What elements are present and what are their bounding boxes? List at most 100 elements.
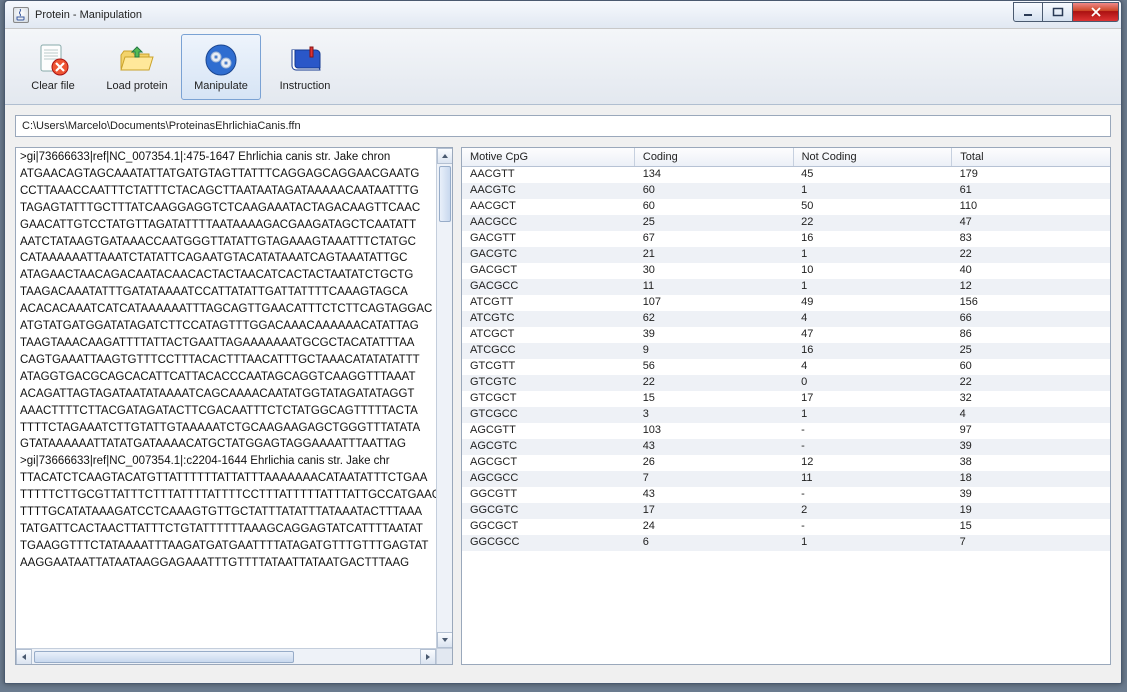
table-cell: 19 bbox=[952, 503, 1110, 519]
table-cell: 1 bbox=[793, 535, 951, 551]
clear-file-button[interactable]: Clear file bbox=[13, 34, 93, 100]
table-cell: 16 bbox=[793, 343, 951, 359]
table-cell: 17 bbox=[635, 503, 793, 519]
table-cell: 21 bbox=[635, 247, 793, 263]
table-header-cell[interactable]: Total bbox=[952, 148, 1110, 166]
table-row[interactable]: GTCGTT56460 bbox=[462, 359, 1110, 375]
sequence-textarea[interactable]: >gi|73666633|ref|NC_007354.1|:475-1647 E… bbox=[15, 147, 453, 665]
table-cell: 67 bbox=[635, 231, 793, 247]
table-row[interactable]: ATCGTC62466 bbox=[462, 311, 1110, 327]
table-cell: GTCGTT bbox=[462, 359, 635, 375]
table-cell: 83 bbox=[952, 231, 1110, 247]
table-row[interactable]: GTCGCC314 bbox=[462, 407, 1110, 423]
load-protein-button[interactable]: Load protein bbox=[97, 34, 177, 100]
table-cell: 4 bbox=[952, 407, 1110, 423]
table-cell: 110 bbox=[952, 199, 1110, 215]
table-cell: 9 bbox=[635, 343, 793, 359]
scroll-right-arrow-icon[interactable] bbox=[420, 649, 436, 665]
table-row[interactable]: GACGCC11112 bbox=[462, 279, 1110, 295]
minimize-button[interactable] bbox=[1013, 2, 1043, 22]
window-controls bbox=[1013, 2, 1119, 22]
table-cell: 1 bbox=[793, 279, 951, 295]
table-cell: 0 bbox=[793, 375, 951, 391]
instruction-label: Instruction bbox=[280, 80, 331, 92]
table-cell: 62 bbox=[635, 311, 793, 327]
table-cell: 25 bbox=[635, 215, 793, 231]
book-icon bbox=[285, 42, 325, 78]
table-cell: 7 bbox=[952, 535, 1110, 551]
table-row[interactable]: GACGCT301040 bbox=[462, 263, 1110, 279]
table-row[interactable]: ATCGTT10749156 bbox=[462, 295, 1110, 311]
table-cell: 1 bbox=[793, 183, 951, 199]
table-row[interactable]: AACGCC252247 bbox=[462, 215, 1110, 231]
scroll-thumb-vertical[interactable] bbox=[439, 166, 451, 222]
table-cell: 15 bbox=[952, 519, 1110, 535]
table-row[interactable]: AACGCT6050110 bbox=[462, 199, 1110, 215]
table-cell: 86 bbox=[952, 327, 1110, 343]
manipulate-gears-icon bbox=[201, 42, 241, 78]
vertical-scrollbar[interactable] bbox=[436, 148, 452, 648]
table-cell: GGCGTC bbox=[462, 503, 635, 519]
instruction-button[interactable]: Instruction bbox=[265, 34, 345, 100]
table-cell: 60 bbox=[635, 199, 793, 215]
table-row[interactable]: AACGTT13445179 bbox=[462, 167, 1110, 183]
table-cell: 179 bbox=[952, 167, 1110, 183]
scroll-up-arrow-icon[interactable] bbox=[437, 148, 453, 164]
table-cell: 32 bbox=[952, 391, 1110, 407]
table-header-cell[interactable]: Not Coding bbox=[794, 148, 953, 166]
table-row[interactable]: GTCGCT151732 bbox=[462, 391, 1110, 407]
scroll-down-arrow-icon[interactable] bbox=[437, 632, 453, 648]
table-row[interactable]: GGCGCT24-15 bbox=[462, 519, 1110, 535]
table-row[interactable]: AACGTC60161 bbox=[462, 183, 1110, 199]
table-row[interactable]: GGCGCC617 bbox=[462, 535, 1110, 551]
table-cell: 43 bbox=[635, 487, 793, 503]
table-cell: ATCGCC bbox=[462, 343, 635, 359]
table-row[interactable]: ATCGCC91625 bbox=[462, 343, 1110, 359]
table-cell: ATCGTC bbox=[462, 311, 635, 327]
content-split: >gi|73666633|ref|NC_007354.1|:475-1647 E… bbox=[5, 141, 1121, 669]
table-row[interactable]: AGCGCC71118 bbox=[462, 471, 1110, 487]
table-cell: 38 bbox=[952, 455, 1110, 471]
table-cell: GTCGTC bbox=[462, 375, 635, 391]
table-row[interactable]: GGCGTC17219 bbox=[462, 503, 1110, 519]
table-cell: 39 bbox=[635, 327, 793, 343]
horizontal-scrollbar[interactable] bbox=[16, 648, 436, 664]
table-cell: 49 bbox=[793, 295, 951, 311]
close-button[interactable] bbox=[1073, 2, 1119, 22]
table-cell: 43 bbox=[635, 439, 793, 455]
table-header-cell[interactable]: Motive CpG bbox=[462, 148, 635, 166]
table-cell: 2 bbox=[793, 503, 951, 519]
clear-file-label: Clear file bbox=[31, 80, 74, 92]
table-cell: 103 bbox=[635, 423, 793, 439]
table-row[interactable]: GGCGTT43-39 bbox=[462, 487, 1110, 503]
table-cell: 22 bbox=[952, 247, 1110, 263]
table-row[interactable]: AGCGTT103-97 bbox=[462, 423, 1110, 439]
sequence-text[interactable]: >gi|73666633|ref|NC_007354.1|:475-1647 E… bbox=[16, 148, 436, 648]
table-header-cell[interactable]: Coding bbox=[635, 148, 794, 166]
table-cell: 6 bbox=[635, 535, 793, 551]
table-cell: 60 bbox=[952, 359, 1110, 375]
table-cell: 45 bbox=[793, 167, 951, 183]
scroll-thumb-horizontal[interactable] bbox=[34, 651, 294, 663]
table-cell: 15 bbox=[635, 391, 793, 407]
table-row[interactable]: ATCGCT394786 bbox=[462, 327, 1110, 343]
table-cell: 1 bbox=[793, 247, 951, 263]
table-cell: 156 bbox=[952, 295, 1110, 311]
table-row[interactable]: AGCGCT261238 bbox=[462, 455, 1110, 471]
manipulate-button[interactable]: Manipulate bbox=[181, 34, 261, 100]
titlebar: Protein - Manipulation bbox=[5, 1, 1121, 29]
table-body: AACGTT13445179AACGTC60161AACGCT6050110AA… bbox=[462, 167, 1110, 664]
table-row[interactable]: GTCGTC22022 bbox=[462, 375, 1110, 391]
table-cell: 4 bbox=[793, 359, 951, 375]
maximize-button[interactable] bbox=[1043, 2, 1073, 22]
table-cell: GACGTC bbox=[462, 247, 635, 263]
table-cell: 39 bbox=[952, 487, 1110, 503]
table-cell: 11 bbox=[635, 279, 793, 295]
table-row[interactable]: GACGTC21122 bbox=[462, 247, 1110, 263]
table-row[interactable]: GACGTT671683 bbox=[462, 231, 1110, 247]
results-panel: Motive CpGCodingNot CodingTotal AACGTT13… bbox=[461, 147, 1111, 665]
file-path-input[interactable] bbox=[15, 115, 1111, 137]
scroll-left-arrow-icon[interactable] bbox=[16, 649, 32, 665]
table-row[interactable]: AGCGTC43-39 bbox=[462, 439, 1110, 455]
table-cell: 50 bbox=[793, 199, 951, 215]
